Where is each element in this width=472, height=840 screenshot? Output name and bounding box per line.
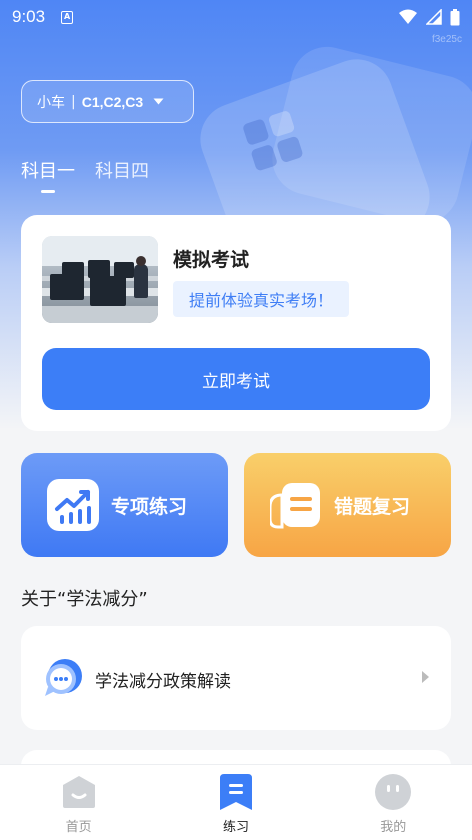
special-practice-label: 专项练习 xyxy=(111,496,188,518)
battery-icon xyxy=(450,8,460,25)
caret-down-icon xyxy=(153,98,164,105)
policy-item-label: 学法减分政策解读 xyxy=(95,672,231,692)
license-classes-label: C1,C2,C3 xyxy=(81,93,144,110)
vehicle-type-label: 小车 xyxy=(37,94,65,111)
chevron-right-icon xyxy=(422,671,429,683)
status-icons xyxy=(398,8,460,26)
profile-icon xyxy=(375,774,412,810)
status-time: 9:03 xyxy=(12,7,46,26)
signal-icon xyxy=(426,9,442,25)
chat-bubble-icon xyxy=(45,659,82,696)
status-bar: 9:03 A xyxy=(0,0,472,34)
wifi-icon xyxy=(399,9,417,24)
practice-icon xyxy=(219,774,252,810)
nav-item-home[interactable]: 首页 xyxy=(19,765,139,835)
nav-item-practice[interactable]: 练习 xyxy=(176,765,296,835)
exam-title: 模拟考试 xyxy=(173,249,250,271)
nav-label-home: 首页 xyxy=(65,820,92,835)
nav-label-practice: 练习 xyxy=(222,820,249,835)
vehicle-class-selector[interactable]: 小车 | C1,C2,C3 xyxy=(21,80,194,123)
tab-subject-one[interactable]: 科目一 xyxy=(21,157,75,193)
trend-chart-icon xyxy=(47,479,99,531)
overlay-hash-text: f3e25c xyxy=(431,34,462,45)
tab-subject-four[interactable]: 科目四 xyxy=(95,157,149,193)
exam-room-photo xyxy=(42,236,158,323)
mock-exam-card: 模拟考试 提前体验真实考场！ 立即考试 xyxy=(21,215,451,431)
bottom-navigation: 首页 练习 我的 xyxy=(0,764,472,840)
exam-subtitle-badge: 提前体验真实考场！ xyxy=(173,281,350,317)
wrong-question-review-card[interactable]: 错题复习 xyxy=(244,453,451,557)
nav-item-profile[interactable]: 我的 xyxy=(333,765,453,835)
wrong-review-label: 错题复习 xyxy=(334,496,411,518)
section-title: 关于“学法减分” xyxy=(21,589,148,610)
policy-interpretation-item[interactable]: 学法减分政策解读 xyxy=(21,626,451,730)
notification-a-icon: A xyxy=(61,10,74,24)
subject-tabs: 科目一 科目四 xyxy=(21,157,149,193)
nav-label-profile: 我的 xyxy=(380,820,407,835)
home-icon xyxy=(62,776,95,808)
notebook-icon xyxy=(270,483,320,529)
selector-separator: | xyxy=(71,93,76,110)
special-practice-card[interactable]: 专项练习 xyxy=(21,453,228,557)
start-exam-button[interactable]: 立即考试 xyxy=(42,348,430,410)
